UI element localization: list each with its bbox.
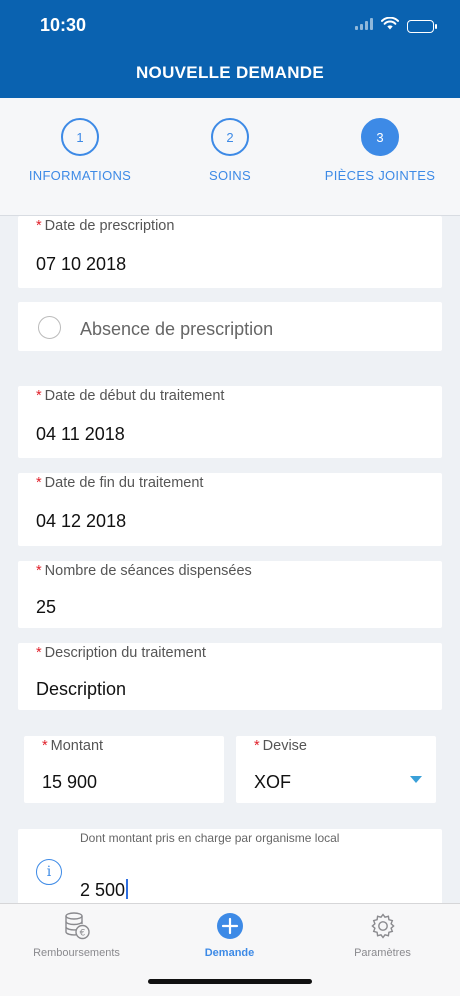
field-label: Description du traitement bbox=[44, 645, 206, 661]
tab-label: Remboursements bbox=[33, 947, 120, 959]
description-field[interactable]: * Description du traitement Description bbox=[18, 643, 442, 710]
radio-button[interactable] bbox=[38, 316, 61, 339]
radio-label: Absence de prescription bbox=[80, 319, 274, 339]
amount-value: 15 900 bbox=[42, 772, 98, 792]
step-number: 1 bbox=[61, 118, 99, 156]
stepper: 1 INFORMATIONS 2 SOINS 3 PIÈCES JOINTES bbox=[0, 98, 460, 216]
currency-select[interactable]: * Devise XOF bbox=[236, 736, 436, 803]
tab-label: Paramètres bbox=[354, 947, 411, 959]
svg-text:€: € bbox=[79, 929, 85, 939]
step-informations[interactable]: 1 INFORMATIONS bbox=[10, 118, 150, 183]
description-value: Description bbox=[36, 679, 127, 699]
amount-field[interactable]: * Montant 15 900 bbox=[24, 736, 224, 803]
prescription-date-value: 07 10 2018 bbox=[36, 254, 127, 274]
local-amount-value: 2 500 bbox=[80, 880, 126, 900]
info-icon[interactable]: i bbox=[36, 859, 62, 885]
step-soins[interactable]: 2 SOINS bbox=[160, 118, 300, 183]
home-indicator bbox=[148, 979, 312, 984]
local-amount-input[interactable]: 2 500 bbox=[80, 879, 129, 901]
sessions-value: 25 bbox=[36, 597, 57, 617]
end-date-value: 04 12 2018 bbox=[36, 511, 127, 531]
dropdown-caret-icon[interactable] bbox=[410, 776, 422, 783]
start-date-field[interactable]: * Date de début du traitement 04 11 2018 bbox=[18, 386, 442, 458]
tab-settings[interactable]: Paramètres bbox=[306, 911, 459, 959]
field-label: Date de prescription bbox=[44, 218, 175, 234]
step-label: PIÈCES JOINTES bbox=[324, 168, 436, 183]
step-label: SOINS bbox=[209, 168, 251, 183]
coins-euro-icon: € bbox=[62, 911, 92, 941]
step-label: INFORMATIONS bbox=[28, 168, 132, 183]
text-cursor bbox=[126, 879, 129, 899]
field-label: Devise bbox=[262, 738, 307, 754]
prescription-date-field[interactable]: * Date de prescription 07 10 2018 bbox=[18, 216, 442, 288]
step-pieces-jointes[interactable]: 3 PIÈCES JOINTES bbox=[310, 118, 450, 183]
signal-icon bbox=[355, 17, 373, 35]
app-header: 10:30 NOUVELLE DEMANDE bbox=[0, 0, 460, 98]
field-label: Nombre de séances dispensées bbox=[44, 563, 252, 579]
battery-icon bbox=[407, 19, 437, 33]
currency-value: XOF bbox=[254, 772, 292, 792]
tab-request[interactable]: Demande bbox=[153, 911, 306, 959]
no-prescription-option[interactable]: Absence de prescription bbox=[18, 302, 442, 351]
gear-icon bbox=[368, 911, 398, 941]
end-date-field[interactable]: * Date de fin du traitement 04 12 2018 bbox=[18, 473, 442, 546]
tab-reimbursements[interactable]: € Remboursements bbox=[0, 911, 153, 959]
page-title: NOUVELLE DEMANDE bbox=[135, 63, 325, 82]
sessions-field[interactable]: * Nombre de séances dispensées 25 bbox=[18, 561, 442, 628]
field-label: Date de fin du traitement bbox=[44, 475, 204, 491]
step-number: 2 bbox=[211, 118, 249, 156]
status-time: 10:30 bbox=[40, 15, 87, 35]
field-label: Dont montant pris en charge par organism… bbox=[80, 831, 340, 845]
step-number: 3 bbox=[361, 118, 399, 156]
plus-circle-icon bbox=[215, 911, 245, 941]
local-amount-field[interactable]: i Dont montant pris en charge par organi… bbox=[18, 829, 442, 905]
field-label: Montant bbox=[50, 738, 104, 754]
status-icons bbox=[355, 16, 437, 35]
tab-label: Demande bbox=[204, 947, 255, 959]
wifi-icon bbox=[381, 16, 399, 35]
field-label: Date de début du traitement bbox=[44, 388, 225, 404]
start-date-value: 04 11 2018 bbox=[36, 424, 125, 444]
